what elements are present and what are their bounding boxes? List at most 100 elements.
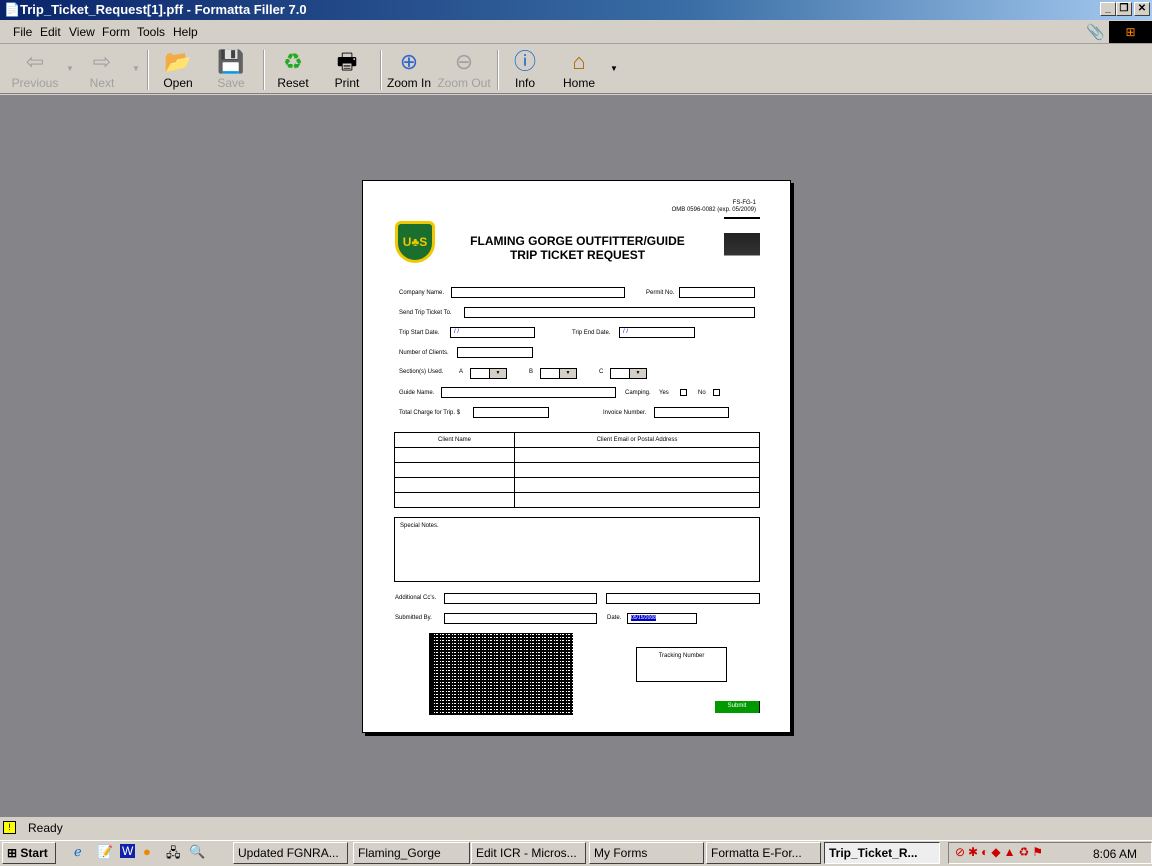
section-b-label: B xyxy=(529,369,534,375)
tray-icons[interactable]: ⊘✱◐◆▲♻⚑ xyxy=(955,845,1046,859)
guide-name-label: Guide Name. xyxy=(399,390,435,396)
end-date-label: Trip End Date. xyxy=(572,330,611,336)
section-b-select[interactable]: ▼ xyxy=(540,368,577,379)
permit-no-label: Permit No. xyxy=(646,290,675,296)
status-icon: ! xyxy=(3,821,16,834)
total-charge-input[interactable] xyxy=(473,407,549,418)
section-a-label: A xyxy=(459,369,464,375)
chevron-down-icon[interactable]: ▼ xyxy=(489,369,506,378)
column-header-client-address: Client Email or Postal Address xyxy=(514,432,760,448)
column-header-client-name: Client Name xyxy=(394,432,515,448)
special-notes-label: Special Notes. xyxy=(400,523,439,529)
sections-label: Section(s) Used. xyxy=(399,369,444,375)
zoom-out-icon: ⊖ xyxy=(454,49,474,74)
guide-name-input[interactable] xyxy=(441,387,616,398)
camping-no-checkbox[interactable] xyxy=(713,389,720,396)
restore-button[interactable]: ❐ xyxy=(1116,2,1132,16)
send-to-input[interactable] xyxy=(464,307,755,318)
menu-file[interactable]: File xyxy=(13,25,32,39)
search-icon[interactable]: 🔍 xyxy=(189,844,205,860)
additional-cc-input-1[interactable] xyxy=(444,593,597,604)
notepad-icon[interactable]: 📝 xyxy=(97,844,113,860)
client-address-cell[interactable] xyxy=(514,462,760,478)
submit-button[interactable]: Submit xyxy=(715,701,760,713)
ie-icon[interactable]: ℯ xyxy=(74,844,82,860)
previous-button[interactable]: ⇦ Previous xyxy=(7,48,63,92)
company-name-input[interactable] xyxy=(451,287,625,298)
chevron-down-icon[interactable]: ▼ xyxy=(629,369,646,378)
camping-yes-checkbox[interactable] xyxy=(680,389,687,396)
reset-button[interactable]: ♻ Reset xyxy=(265,48,321,92)
permit-no-input[interactable] xyxy=(679,287,755,298)
2d-barcode xyxy=(429,633,573,715)
num-clients-input[interactable] xyxy=(457,347,533,358)
date-value: 05/15/2008 xyxy=(631,615,657,621)
previous-dropdown-icon[interactable]: ▼ xyxy=(66,64,74,73)
arrow-left-icon: ⇦ xyxy=(25,49,45,74)
open-button[interactable]: 📂 Open xyxy=(150,48,206,92)
save-button[interactable]: 💾 Save xyxy=(203,48,259,92)
client-address-cell[interactable] xyxy=(514,447,760,463)
client-address-cell[interactable] xyxy=(514,492,760,508)
start-button[interactable]: ⊞ Start xyxy=(2,842,56,864)
total-charge-label: Total Charge for Trip. $ xyxy=(399,410,461,416)
zoom-out-button[interactable]: ⊖ Zoom Out xyxy=(435,48,493,92)
invoice-input[interactable] xyxy=(654,407,729,418)
network-icon[interactable]: 🖧 xyxy=(166,844,181,866)
client-name-cell[interactable] xyxy=(394,492,515,508)
flaming-gorge-logo xyxy=(724,217,760,275)
start-date-input[interactable]: / / xyxy=(450,327,535,338)
menu-tools[interactable]: Tools xyxy=(137,25,165,39)
home-dropdown-icon[interactable]: ▼ xyxy=(610,64,618,73)
formatta-icon[interactable]: ● xyxy=(143,844,151,859)
toolbar: ⇦ Previous ▼ ⇨ Next ▼ 📂 Open 💾 Save ♻ Reset 🖶… xyxy=(0,46,1152,94)
task-trip-ticket[interactable]: Trip_Ticket_R... xyxy=(824,842,940,864)
windows-flag-icon: ⊞ xyxy=(7,846,18,860)
client-name-cell[interactable] xyxy=(394,462,515,478)
submitted-by-input[interactable] xyxy=(444,613,597,624)
task-updated-fgnra[interactable]: Updated FGNRA... xyxy=(233,842,348,864)
client-address-cell[interactable] xyxy=(514,477,760,493)
minimize-button[interactable]: _ xyxy=(1100,2,1116,16)
menu-edit[interactable]: Edit xyxy=(40,25,61,39)
next-button[interactable]: ⇨ Next xyxy=(74,48,130,92)
close-button[interactable]: ✕ xyxy=(1134,2,1150,16)
zoom-in-button[interactable]: ⊕ Zoom In xyxy=(381,48,437,92)
menu-bar: File Edit View Form Tools Help 📎 ⊞ xyxy=(0,21,1152,44)
menu-form[interactable]: Form xyxy=(102,25,130,39)
additional-cc-input-2[interactable] xyxy=(606,593,760,604)
section-a-select[interactable]: ▼ xyxy=(470,368,507,379)
section-c-select[interactable]: ▼ xyxy=(610,368,647,379)
menu-help[interactable]: Help xyxy=(173,25,198,39)
camping-no-label: No xyxy=(698,390,706,396)
invoice-label: Invoice Number. xyxy=(603,410,647,416)
task-formatta-eforms[interactable]: Formatta E-For... xyxy=(706,842,821,864)
home-button[interactable]: ⌂ Home xyxy=(551,48,607,92)
floppy-icon: 💾 xyxy=(217,49,245,74)
tracking-number-label: Tracking Number xyxy=(658,653,705,659)
client-name-cell[interactable] xyxy=(394,477,515,493)
camping-yes-label: Yes xyxy=(659,390,669,396)
end-date-input[interactable]: / / xyxy=(619,327,695,338)
date-input[interactable]: 05/15/2008 xyxy=(627,613,697,624)
paperclip-icon[interactable]: 📎 xyxy=(1086,23,1105,41)
next-dropdown-icon[interactable]: ▼ xyxy=(132,64,140,73)
client-name-cell[interactable] xyxy=(394,447,515,463)
info-button[interactable]: ⓘ Info xyxy=(497,48,553,92)
menu-view[interactable]: View xyxy=(69,25,95,39)
task-flaming-gorge[interactable]: Flaming_Gorge xyxy=(353,842,470,864)
omb-number: OMB 0596-0082 (exp. 05/2009) xyxy=(671,207,756,213)
form-id: FS-FG-1 xyxy=(732,200,756,206)
print-button[interactable]: 🖶 Print xyxy=(319,48,375,92)
clock: 8:06 AM xyxy=(1093,847,1138,861)
refresh-icon: ♻ xyxy=(283,49,303,74)
task-edit-icr[interactable]: Edit ICR - Micros... xyxy=(471,842,586,864)
home-icon: ⌂ xyxy=(572,49,586,74)
special-notes-textarea[interactable]: Special Notes. xyxy=(394,517,760,582)
task-my-forms[interactable]: My Forms xyxy=(589,842,704,864)
start-date-label: Trip Start Date. xyxy=(399,330,440,336)
chevron-down-icon[interactable]: ▼ xyxy=(559,369,576,378)
separator xyxy=(147,50,149,90)
company-name-label: Company Name. xyxy=(399,290,445,296)
word-icon[interactable]: W xyxy=(120,844,136,858)
